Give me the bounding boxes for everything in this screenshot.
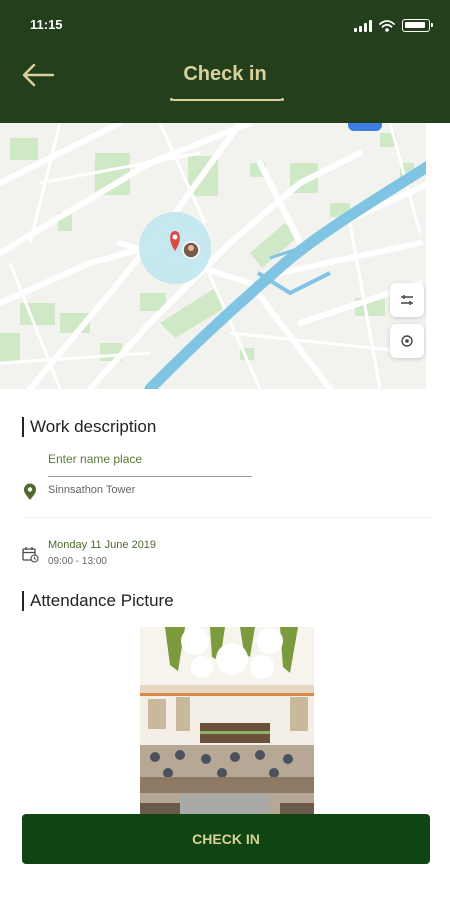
signal-icon xyxy=(354,19,372,32)
battery-icon xyxy=(402,19,433,32)
location-name: Sinnsathon Tower xyxy=(48,484,136,496)
place-name-input[interactable] xyxy=(48,449,252,477)
calendar-icon xyxy=(22,547,39,563)
page-title: Check in xyxy=(183,63,267,85)
sliders-icon xyxy=(401,295,413,305)
office-photo xyxy=(140,627,314,815)
map-edge-strip xyxy=(426,123,450,389)
status-time: 11:15 xyxy=(30,17,63,32)
map-top-tab[interactable] xyxy=(348,123,382,131)
map-canvas[interactable] xyxy=(0,123,450,389)
attendance-photo[interactable] xyxy=(140,627,314,815)
title-underline xyxy=(170,98,284,101)
status-bar: 11:15 xyxy=(0,0,450,50)
status-icons xyxy=(354,19,433,32)
check-in-button[interactable]: CHECK IN xyxy=(22,814,430,864)
map-filter-button[interactable] xyxy=(390,283,424,317)
map-locate-button[interactable] xyxy=(390,324,424,358)
section-divider xyxy=(22,517,432,518)
map-pin-icon xyxy=(24,483,36,500)
schedule-time-range: 09:00 - 13:00 xyxy=(48,556,107,567)
wifi-icon xyxy=(379,19,395,32)
work-description-title: Work description xyxy=(22,417,156,437)
attendance-picture-title: Attendance Picture xyxy=(22,591,174,611)
schedule-date: Monday 11 June 2019 xyxy=(48,539,157,551)
map-view[interactable] xyxy=(0,123,450,389)
target-icon xyxy=(401,335,413,347)
app-header: 11:15 Check in xyxy=(0,0,450,123)
